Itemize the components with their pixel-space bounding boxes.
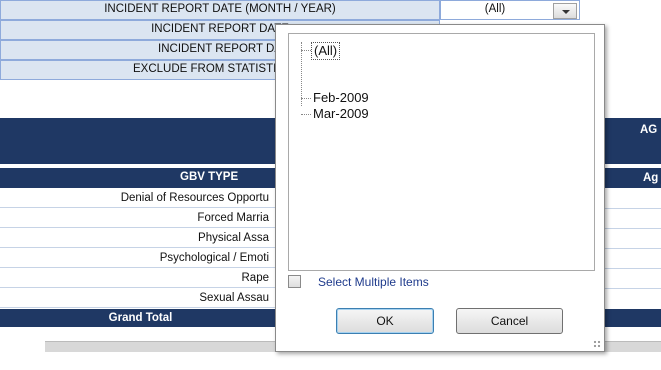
filter-dropdown-popup: (All) Feb-2009 Mar-2009 Select Multiple …: [275, 24, 605, 352]
select-multiple-checkbox[interactable]: [288, 275, 301, 288]
table-row-label: Rape: [0, 268, 275, 288]
filter-items-tree[interactable]: (All) Feb-2009 Mar-2009: [288, 33, 595, 271]
filter-label-report-date-month-year: INCIDENT REPORT DATE (MONTH / YEAR): [0, 0, 440, 20]
filter-item-feb-2009[interactable]: Feb-2009: [313, 90, 369, 106]
table-row-label: Psychological / Emoti: [0, 248, 275, 268]
column-header-age-2: Ag: [643, 172, 659, 184]
table-row-label: Physical Assa: [0, 228, 275, 248]
filter-item-mar-2009[interactable]: Mar-2009: [313, 106, 369, 122]
cancel-button[interactable]: Cancel: [456, 308, 563, 334]
filter-dropdown-button[interactable]: [553, 3, 577, 19]
table-row-label: Denial of Resources Opportu: [0, 188, 275, 208]
gbv-type-header: GBV TYPE: [180, 171, 239, 183]
table-row-label: Forced Marria: [0, 208, 275, 228]
filter-item-all[interactable]: (All): [311, 42, 341, 60]
select-multiple-label[interactable]: Select Multiple Items: [318, 275, 429, 289]
ok-button[interactable]: OK: [336, 308, 434, 334]
resize-grip-icon[interactable]: [593, 340, 601, 348]
column-header-age: AG: [640, 124, 658, 136]
table-row-label: Sexual Assau: [0, 288, 275, 308]
